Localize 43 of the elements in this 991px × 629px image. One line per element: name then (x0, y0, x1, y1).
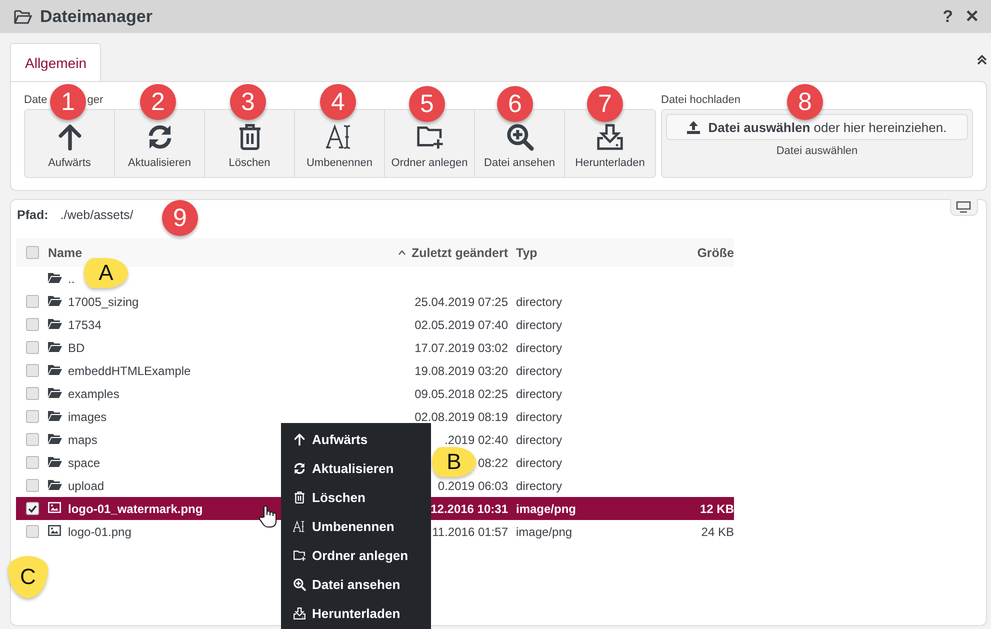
file-name: BD (68, 340, 85, 354)
file-name: 17534 (68, 318, 102, 332)
file-name: maps (68, 432, 98, 446)
modified-date: 0.2019 06:03 (438, 478, 508, 492)
modified-date: 17.07.2019 03:02 (414, 340, 508, 354)
file-type: image/png (515, 502, 576, 516)
file-name: images (68, 410, 107, 424)
file-type: directory (515, 432, 562, 446)
file-size: 12 KB (700, 502, 734, 516)
file-name: embeddHTMLExample (68, 364, 191, 378)
upload-hint: Datei auswählen (776, 145, 858, 157)
modified-date: 19.08.2019 03:20 (414, 364, 508, 378)
modified-date: 25.04.2019 07:25 (414, 294, 508, 308)
file-type: directory (515, 340, 562, 354)
window-title: Dateimanager (40, 6, 154, 26)
file-name: logo-01.png (68, 524, 132, 538)
modified-date: .2019 02:40 (444, 432, 508, 446)
group-label: Date (24, 94, 48, 106)
modified-date: 02.05.2019 07:40 (414, 318, 508, 332)
group-label: Datei hochladen (661, 94, 741, 106)
group-label: ger (87, 94, 104, 106)
file-type: directory (515, 364, 562, 378)
file-type: directory (515, 478, 562, 492)
modified-date: 12.2016 10:31 (430, 502, 508, 516)
modified-date: 11.2016 01:57 (432, 524, 508, 538)
modified-date: 08:22 (478, 456, 508, 470)
file-name: examples (68, 386, 120, 400)
file-type: directory (515, 386, 562, 400)
file-name: .. (68, 272, 75, 286)
file-name: 17005_sizing (68, 294, 139, 308)
modified-date: 09.05.2018 02:25 (414, 386, 508, 400)
file-type: directory (515, 410, 562, 424)
file-type: directory (515, 456, 562, 470)
file-name: logo-01_watermark.png (68, 502, 203, 516)
file-name: upload (68, 478, 104, 492)
file-size: 24 KB (701, 524, 734, 538)
file-type: directory (515, 294, 562, 308)
modified-date: 02.08.2019 08:19 (414, 410, 508, 424)
file-type: image/png (515, 524, 572, 538)
file-name: space (68, 456, 100, 470)
path-label: Pfad: (17, 208, 48, 222)
path-value: ./web/assets/ (60, 208, 134, 222)
file-type: directory (515, 318, 562, 332)
